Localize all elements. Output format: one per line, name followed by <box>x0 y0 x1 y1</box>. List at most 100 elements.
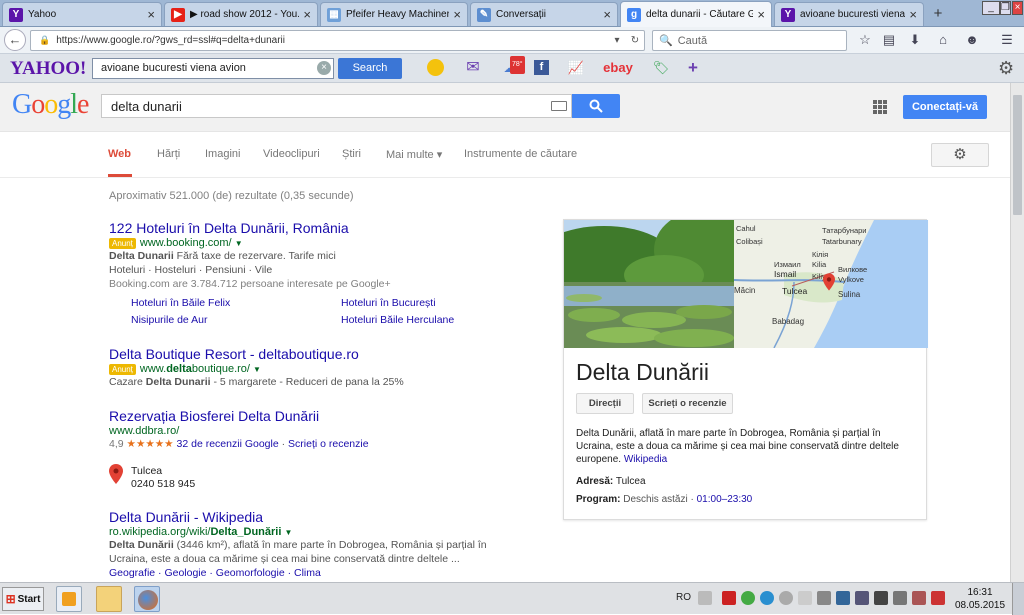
sign-in-button[interactable]: Conectați-vă <box>903 95 987 119</box>
result-title-link[interactable]: 122 Hoteluri în Delta Dunării, România <box>109 220 509 236</box>
result-title-link[interactable]: Delta Boutique Resort - deltaboutique.ro <box>109 346 509 362</box>
messenger-icon[interactable] <box>427 59 444 76</box>
write-review-link[interactable]: Scrieți o recenzie <box>288 438 369 450</box>
firefox-icon[interactable] <box>134 586 160 612</box>
add-icon[interactable]: + <box>683 59 703 77</box>
scrollbar[interactable] <box>1010 83 1024 582</box>
sitelink[interactable]: Nisipurile de Aur <box>131 314 207 326</box>
google-search-button[interactable] <box>572 94 620 118</box>
clear-icon[interactable]: × <box>317 61 331 75</box>
result-title-link[interactable]: Rezervația Biosferei Delta Dunării <box>109 408 509 424</box>
back-button[interactable]: ← <box>4 29 26 51</box>
hours-row: Program: Deschis astăzi · 01:00–23:30 <box>576 494 753 505</box>
scrollbar-thumb[interactable] <box>1013 95 1022 215</box>
new-tab-button[interactable]: + <box>928 5 948 23</box>
browser-search-input[interactable]: 🔍 Caută <box>652 30 847 51</box>
caret-down-icon[interactable]: ▼ <box>284 528 292 537</box>
caret-down-icon[interactable]: ▼ <box>253 365 261 374</box>
dropdown-icon[interactable]: ▾ <box>608 35 626 46</box>
tab-label: Pfeifer Heavy Machinery ... <box>346 9 449 20</box>
tray-icon[interactable] <box>912 591 926 605</box>
wikipedia-link[interactable]: Wikipedia <box>624 454 667 465</box>
minimize-button[interactable]: _ <box>982 1 1000 15</box>
tab-harti[interactable]: Hărți <box>157 148 180 160</box>
tab-delta-dunarii[interactable]: g delta dunarii - Căutare G... × <box>620 1 772 27</box>
home-icon[interactable]: ⌂ <box>934 32 952 50</box>
tag-icon[interactable]: 🏷 <box>651 59 671 77</box>
clock[interactable]: 16:31 08.05.2015 <box>952 586 1008 612</box>
yahoo-icon: Y <box>781 7 795 22</box>
tab-imagini[interactable]: Imagini <box>205 148 240 160</box>
keyboard-tray-icon[interactable] <box>698 591 712 605</box>
reading-list-icon[interactable]: ▤ <box>880 32 898 50</box>
settings-gear-icon[interactable]: ⚙ <box>931 143 989 167</box>
google-logo[interactable]: Google <box>12 89 89 121</box>
hours-status[interactable]: Deschis astăzi <box>623 494 687 505</box>
tab-search-tools[interactable]: Instrumente de căutare <box>464 148 577 160</box>
chrome-tray-icon[interactable] <box>741 591 755 605</box>
network-tray-icon[interactable] <box>798 591 812 605</box>
bookmark-star-icon[interactable]: ☆ <box>856 32 874 50</box>
menu-icon[interactable]: ☰ <box>998 32 1016 50</box>
tray-icon[interactable] <box>931 591 945 605</box>
tray-icon[interactable] <box>874 591 888 605</box>
tray-icon[interactable] <box>893 591 907 605</box>
tab-stiri[interactable]: Știri <box>342 148 361 160</box>
google-search-input[interactable]: delta dunarii <box>101 94 572 118</box>
result-title-link[interactable]: Delta Dunării - Wikipedia <box>109 509 509 525</box>
media-player-icon[interactable] <box>56 586 82 612</box>
gear-icon[interactable]: ⚙ <box>998 58 1014 79</box>
yahoo-logo[interactable]: YAHOO! <box>10 58 86 80</box>
skype-tray-icon[interactable] <box>760 591 774 605</box>
tab-videoclipuri[interactable]: Videoclipuri <box>263 148 320 160</box>
mail-icon[interactable]: ✉ <box>463 59 483 77</box>
show-desktop-button[interactable] <box>1012 583 1024 615</box>
close-icon[interactable]: × <box>757 7 765 22</box>
close-icon[interactable]: × <box>303 7 311 22</box>
start-button[interactable]: ⊞ Start <box>2 587 44 611</box>
language-indicator[interactable]: RO <box>676 592 691 603</box>
sitelink[interactable]: Hoteluri în București <box>341 297 436 309</box>
chat-icon[interactable]: ☻ <box>963 32 981 50</box>
tab-more[interactable]: Mai multe ▾ <box>386 148 442 161</box>
delta-photo[interactable] <box>564 220 734 348</box>
sitelink[interactable]: Hoteluri Băile Herculane <box>341 314 454 326</box>
sitelink[interactable]: Hoteluri în Băile Felix <box>131 297 230 309</box>
folder-icon[interactable] <box>96 586 122 612</box>
finance-icon[interactable]: 📈 <box>566 59 586 77</box>
yahoo-search-button[interactable]: Search <box>338 58 402 79</box>
close-icon[interactable]: × <box>453 7 461 22</box>
tab-youtube[interactable]: ▶ ▶ road show 2012 - You... × <box>164 2 318 26</box>
tray-icon[interactable] <box>836 591 850 605</box>
keyboard-icon[interactable] <box>551 101 567 111</box>
tab-yahoo[interactable]: Y Yahoo × <box>2 2 162 26</box>
close-icon[interactable]: × <box>147 7 155 22</box>
directions-button[interactable]: Direcții <box>576 393 634 414</box>
close-icon[interactable]: × <box>603 7 611 22</box>
caret-down-icon[interactable]: ▼ <box>235 239 243 248</box>
tab-web[interactable]: Web <box>108 148 131 160</box>
weather-icon[interactable]: ☁78° <box>500 56 525 77</box>
hours-value[interactable]: 01:00–23:30 <box>697 494 753 505</box>
download-icon[interactable]: ⬇ <box>906 32 924 50</box>
write-review-button[interactable]: Scrieți o recenzie <box>642 393 733 414</box>
tray-icon[interactable] <box>855 591 869 605</box>
address-bar[interactable]: 🔒 https://www.google.ro/?gws_rd=ssl#q=de… <box>30 30 645 51</box>
delta-map[interactable]: Cahul Татарбунари Colibași Tatarbunary К… <box>734 220 928 348</box>
restore-button[interactable]: ❐ <box>1000 1 1011 15</box>
volume-tray-icon[interactable] <box>779 591 793 605</box>
close-window-button[interactable]: × <box>1012 1 1023 15</box>
tab-conversatii[interactable]: ✎ Conversații × <box>470 2 618 26</box>
tab-avioane[interactable]: Y avioane bucuresti viena ... × <box>774 2 924 26</box>
apps-grid-icon[interactable] <box>873 100 887 114</box>
yahoo-search-input[interactable]: avioane bucuresti viena avion <box>92 58 334 79</box>
tab-pfeifer[interactable]: ▦ Pfeifer Heavy Machinery ... × <box>320 2 468 26</box>
facebook-icon[interactable]: f <box>534 60 549 75</box>
antivirus-tray-icon[interactable] <box>722 591 736 605</box>
wiki-section-links[interactable]: Geografie · Geologie · Geomorfologie · C… <box>109 566 509 580</box>
reviews-link[interactable]: 32 de recenzii Google <box>177 438 279 450</box>
reload-icon[interactable]: ↻ <box>626 35 644 46</box>
tray-icon[interactable] <box>817 591 831 605</box>
close-icon[interactable]: × <box>909 7 917 22</box>
ebay-icon[interactable]: ebay <box>602 59 634 77</box>
